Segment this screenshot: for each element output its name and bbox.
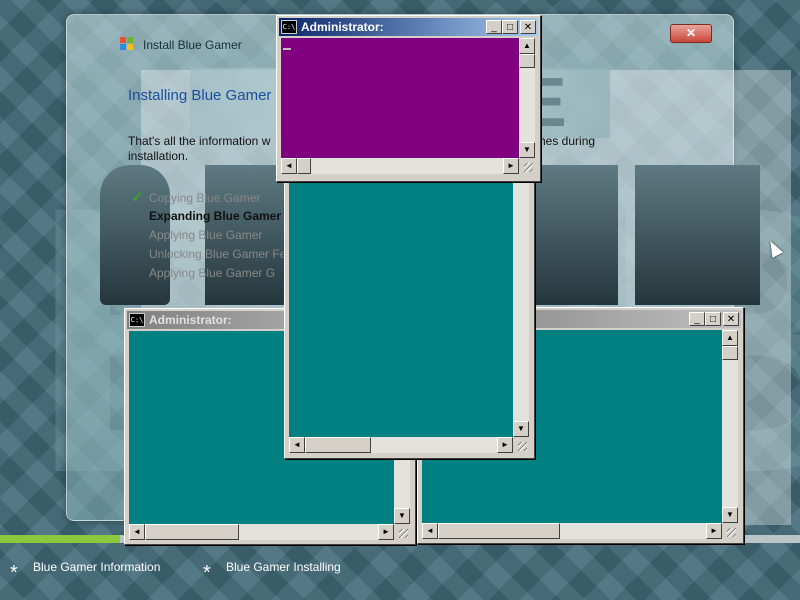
scroll-right-button[interactable]: ► <box>706 523 722 539</box>
resize-grip[interactable] <box>519 158 535 174</box>
step-unlocking: Unlocking Blue Gamer Fe <box>149 247 287 261</box>
scroll-thumb[interactable] <box>438 523 560 539</box>
install-progress-fill <box>0 535 120 543</box>
scroll-down-button[interactable]: ▼ <box>519 142 535 158</box>
vertical-scrollbar[interactable]: ▲ ▼ <box>722 330 738 523</box>
scroll-thumb[interactable] <box>297 158 311 174</box>
scroll-down-button[interactable]: ▼ <box>394 508 410 524</box>
installer-description: That's all the information w installatio… <box>128 134 298 164</box>
character-art-right <box>533 165 618 305</box>
scroll-left-button[interactable]: ◄ <box>281 158 297 174</box>
scroll-right-button[interactable]: ► <box>497 437 513 453</box>
vertical-scrollbar[interactable]: ▼ <box>513 179 529 437</box>
console-output[interactable] <box>289 179 513 437</box>
scroll-thumb[interactable] <box>519 54 535 68</box>
step-expanding: Expanding Blue Gamer ( <box>149 209 289 223</box>
installer-description-line1: That's all the information w <box>128 134 271 148</box>
windows-flag-icon <box>120 37 133 50</box>
installer-close-button[interactable]: ✕ <box>670 24 712 43</box>
console-icon: C:\ <box>129 313 145 327</box>
scroll-right-button[interactable]: ► <box>378 524 394 540</box>
console-title: Administrator: <box>301 20 384 34</box>
scroll-down-button[interactable]: ▼ <box>722 507 738 523</box>
text-cursor <box>283 48 291 50</box>
star-icon: * <box>10 562 18 584</box>
step-applying: Applying Blue Gamer <box>149 228 263 242</box>
close-button[interactable]: ✕ <box>723 312 739 326</box>
console-title: Administrator: <box>149 313 232 327</box>
horizontal-scrollbar[interactable]: ◄ ► <box>281 158 519 174</box>
scroll-thumb[interactable] <box>722 346 738 360</box>
scroll-down-button[interactable]: ▼ <box>513 421 529 437</box>
checkmark-icon: ✓ <box>131 189 144 206</box>
resize-grip[interactable] <box>722 523 738 539</box>
minimize-button[interactable]: _ <box>689 312 705 326</box>
vertical-scrollbar[interactable]: ▲ ▼ <box>519 38 535 158</box>
star-icon: * <box>203 562 211 584</box>
scroll-up-button[interactable]: ▲ <box>722 330 738 346</box>
installer-heading: Installing Blue Gamer <box>128 87 272 104</box>
minimize-button[interactable]: _ <box>486 20 502 34</box>
scroll-up-button[interactable]: ▲ <box>519 38 535 54</box>
character-art-far-right <box>635 165 760 305</box>
scroll-thumb[interactable] <box>145 524 239 540</box>
scroll-left-button[interactable]: ◄ <box>422 523 438 539</box>
installer-description-right: hes during <box>539 134 596 148</box>
console-output[interactable] <box>281 38 519 158</box>
close-button[interactable]: ✕ <box>520 20 536 34</box>
footer-item-information: Blue Gamer Information <box>33 560 161 574</box>
step-copying: Copying Blue Gamer <box>149 191 261 205</box>
installer-title: Install Blue Gamer <box>143 38 242 52</box>
footer-item-installing: Blue Gamer Installing <box>226 560 341 574</box>
maximize-button[interactable]: □ <box>502 20 518 34</box>
scroll-right-button[interactable]: ► <box>503 158 519 174</box>
scroll-left-button[interactable]: ◄ <box>289 437 305 453</box>
console-window-middle[interactable]: ▼ ◄ ► <box>284 170 535 459</box>
horizontal-scrollbar[interactable]: ◄ ► <box>129 524 394 540</box>
resize-grip[interactable] <box>394 524 410 540</box>
installer-description-line2: installation. <box>128 149 189 163</box>
resize-grip[interactable] <box>513 437 529 453</box>
scroll-left-button[interactable]: ◄ <box>129 524 145 540</box>
step-applying-g: Applying Blue Gamer G <box>149 266 276 280</box>
maximize-button[interactable]: □ <box>705 312 721 326</box>
console-icon: C:\ <box>281 20 297 34</box>
console-window-top[interactable]: C:\ Administrator: _ □ ✕ ▲ ▼ ◄ ► <box>276 15 541 182</box>
scroll-thumb[interactable] <box>305 437 371 453</box>
console-titlebar[interactable]: C:\ Administrator: _ □ ✕ <box>279 18 538 36</box>
horizontal-scrollbar[interactable]: ◄ ► <box>289 437 513 453</box>
horizontal-scrollbar[interactable]: ◄ ► <box>422 523 722 539</box>
